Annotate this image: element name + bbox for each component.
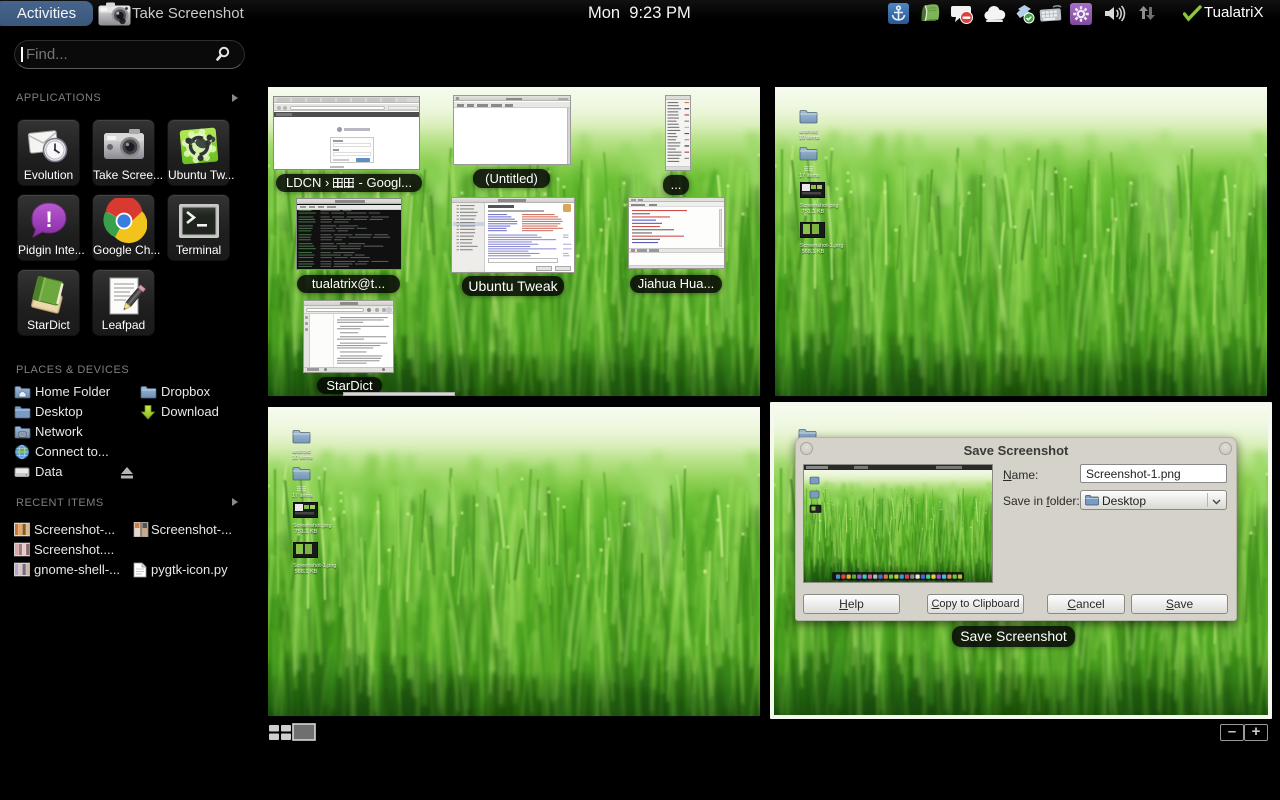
svg-text:!: !: [45, 207, 52, 232]
